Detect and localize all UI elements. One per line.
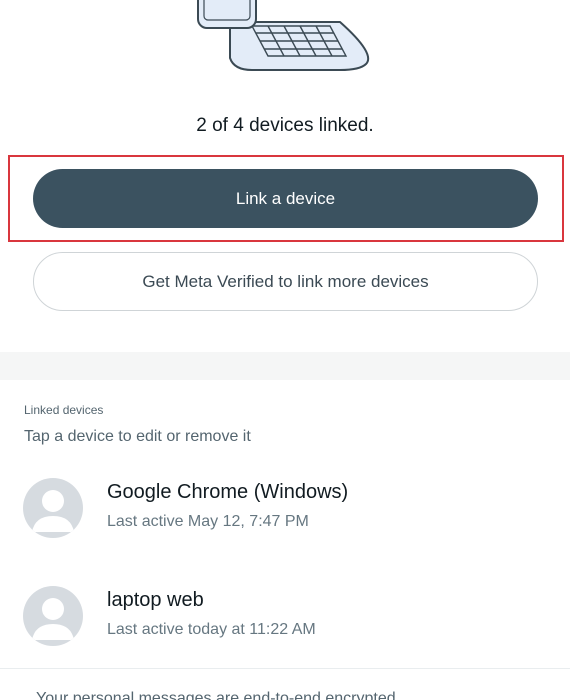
linked-devices-hint: Tap a device to edit or remove it bbox=[24, 428, 251, 445]
device-item-laptop-web[interactable]: laptop web Last active today at 11:22 AM bbox=[0, 586, 570, 666]
linked-devices-screen: 2 of 4 devices linked. Link a device Get… bbox=[0, 0, 570, 700]
device-name: Google Chrome (Windows) bbox=[107, 481, 349, 503]
linked-devices-heading: Linked devices bbox=[24, 403, 104, 417]
devices-linked-status: 2 of 4 devices linked. bbox=[196, 115, 374, 136]
encryption-footer: Your personal messages are end-to-end en… bbox=[36, 690, 396, 700]
device-name: laptop web bbox=[107, 589, 204, 611]
device-last-active: Last active today at 11:22 AM bbox=[107, 621, 316, 638]
link-device-button[interactable]: Link a device bbox=[33, 169, 538, 228]
get-meta-verified-button[interactable]: Get Meta Verified to link more devices bbox=[33, 252, 538, 311]
laptop-phone-illustration bbox=[197, 0, 370, 71]
device-item-google-chrome[interactable]: Google Chrome (Windows) Last active May … bbox=[0, 478, 570, 558]
device-last-active: Last active May 12, 7:47 PM bbox=[107, 513, 309, 530]
section-divider bbox=[0, 352, 570, 380]
bottom-divider bbox=[0, 668, 570, 669]
default-avatar-icon bbox=[23, 586, 83, 646]
default-avatar-icon bbox=[23, 478, 83, 538]
